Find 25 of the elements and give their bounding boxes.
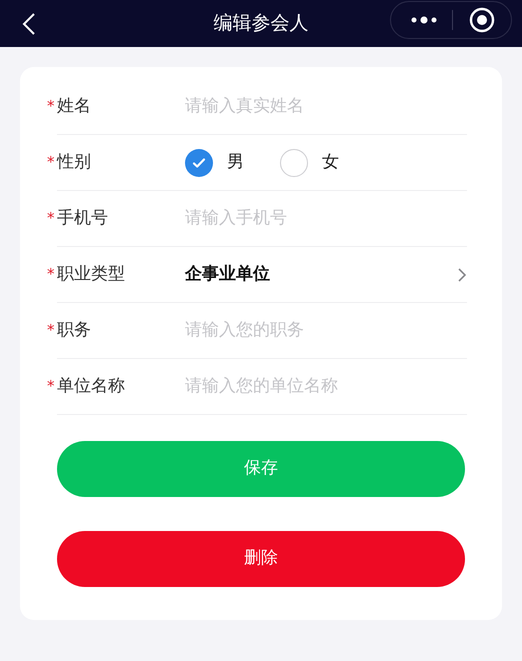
required-mark: * (47, 208, 56, 230)
text-field[interactable]: 请输入手机号 (185, 206, 467, 232)
field-label: 性别 (57, 150, 91, 174)
text-field[interactable]: 请输入您的职务 (185, 318, 467, 344)
required-mark: * (47, 320, 56, 342)
required-mark: * (47, 376, 56, 398)
required-mark: * (47, 152, 56, 174)
more-icon[interactable] (411, 16, 437, 24)
field-label: 单位名称 (57, 374, 125, 398)
back-icon[interactable] (22, 12, 36, 36)
delete-button[interactable]: 删除 (57, 531, 465, 587)
select-field[interactable]: 企事业单位 (185, 262, 467, 288)
text-field[interactable]: 请输入真实姓名 (185, 94, 467, 120)
text-field[interactable]: 请输入您的单位名称 (185, 374, 467, 400)
field-label: 职业类型 (57, 262, 125, 286)
page-title: 编辑参会人 (214, 11, 308, 36)
target-icon[interactable] (469, 7, 495, 33)
field-label: 手机号 (57, 206, 108, 230)
required-mark: * (47, 264, 56, 286)
gender-option[interactable]: 女 (280, 148, 339, 176)
field-label: 职务 (57, 318, 91, 342)
required-mark: * (47, 96, 56, 118)
field-label: 姓名 (57, 94, 91, 118)
gender-option[interactable]: 男 (185, 148, 244, 176)
chevron-right-icon (457, 266, 467, 282)
